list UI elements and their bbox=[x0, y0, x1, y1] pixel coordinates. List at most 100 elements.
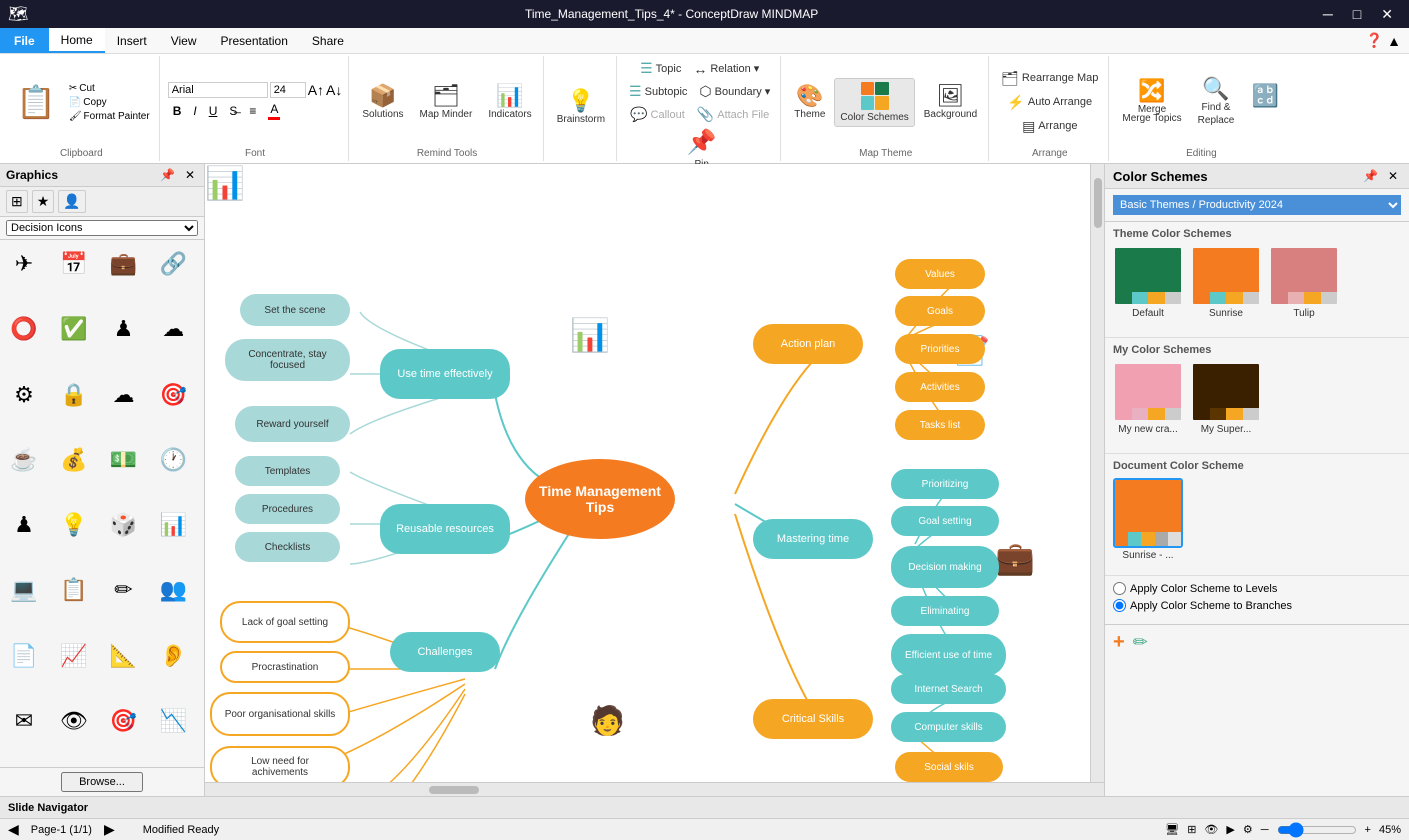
cut-button[interactable]: ✂ Cut bbox=[66, 82, 153, 95]
boundary-button[interactable]: ⬡ Boundary ▾ bbox=[695, 81, 774, 102]
graphics-item[interactable]: 💵 bbox=[104, 440, 144, 480]
paste-button[interactable]: 📋 bbox=[10, 81, 62, 123]
canvas-area[interactable]: 📊 📊 📝 📅 🧑 💼 ✨ Time Management Tips Use t… bbox=[205, 164, 1104, 796]
map-minder-button[interactable]: 🗂 Map Minder bbox=[415, 82, 478, 123]
node-tasks-list[interactable]: Tasks list bbox=[895, 410, 985, 440]
node-challenges[interactable]: Challenges bbox=[390, 632, 500, 672]
merge-topics-button[interactable]: 🔀 Merge Merge Topics bbox=[1117, 77, 1186, 127]
view-menu[interactable]: View bbox=[159, 28, 209, 53]
strikethrough-button[interactable]: S̶ bbox=[224, 102, 242, 120]
auto-arrange-button[interactable]: ⚡ Auto Arrange bbox=[1003, 92, 1096, 113]
default-swatch[interactable]: Default bbox=[1113, 246, 1183, 319]
abc-button[interactable]: 🔡 bbox=[1245, 82, 1285, 123]
zoom-in-button[interactable]: + bbox=[1365, 824, 1371, 836]
prev-page-button[interactable]: ◀ bbox=[8, 821, 19, 838]
zoom-slider[interactable] bbox=[1277, 822, 1357, 838]
maximize-button[interactable]: □ bbox=[1345, 4, 1369, 25]
central-node[interactable]: Time Management Tips bbox=[525, 459, 675, 539]
zoom-out-button[interactable]: ─ bbox=[1261, 824, 1269, 836]
graphics-category-select[interactable]: Decision Icons bbox=[6, 220, 198, 236]
graphics-item[interactable]: ♟ bbox=[104, 309, 144, 349]
relation-button[interactable]: ↔ Relation ▾ bbox=[689, 59, 763, 79]
graphics-item[interactable]: ✅ bbox=[54, 309, 94, 349]
color-schemes-pin-button[interactable]: 📌 bbox=[1360, 168, 1381, 184]
arrange-button[interactable]: ▤ Arrange bbox=[1018, 116, 1081, 137]
browse-button[interactable]: Browse... bbox=[61, 772, 143, 792]
color-schemes-close-button[interactable]: ✕ bbox=[1385, 168, 1401, 184]
next-page-button[interactable]: ▶ bbox=[104, 821, 115, 838]
apply-levels-radio[interactable] bbox=[1113, 582, 1126, 595]
node-eliminating[interactable]: Eliminating bbox=[891, 596, 999, 626]
font-family-input[interactable] bbox=[168, 82, 268, 98]
node-goal-setting[interactable]: Goal setting bbox=[891, 506, 999, 536]
brainstorm-button[interactable]: 💡 Brainstorm bbox=[552, 87, 610, 128]
graphics-grid-view[interactable]: ⊞ bbox=[6, 190, 28, 213]
graphics-item[interactable]: 🔒 bbox=[54, 375, 94, 415]
graphics-item[interactable]: ✉ bbox=[4, 701, 44, 741]
node-reward[interactable]: Reward yourself bbox=[235, 406, 350, 442]
graphics-item[interactable]: 💼 bbox=[104, 244, 144, 284]
underline-button[interactable]: U bbox=[204, 102, 223, 120]
scroll-thumb-h[interactable] bbox=[429, 786, 479, 794]
scroll-thumb-v[interactable] bbox=[1094, 178, 1102, 228]
copy-button[interactable]: 📄 Copy bbox=[66, 96, 153, 109]
canvas-scroll[interactable]: 📊 📊 📝 📅 🧑 💼 ✨ Time Management Tips Use t… bbox=[205, 164, 1104, 796]
add-scheme-button[interactable]: + bbox=[1113, 631, 1125, 654]
text-options-button[interactable]: ≡ bbox=[244, 102, 261, 120]
graphics-item[interactable]: 📊 bbox=[153, 505, 193, 545]
node-social-skills[interactable]: Social skils bbox=[895, 752, 1003, 782]
node-activities[interactable]: Activities bbox=[895, 372, 985, 402]
attach-file-button[interactable]: 📎 Attach File bbox=[693, 104, 773, 125]
help-icon[interactable]: ❓ bbox=[1366, 32, 1383, 49]
edit-scheme-button[interactable]: ✏ bbox=[1133, 631, 1148, 654]
node-decision-making[interactable]: Decision making bbox=[891, 546, 999, 588]
graphics-pin-button[interactable]: 📌 bbox=[157, 167, 178, 183]
node-templates[interactable]: Templates bbox=[235, 456, 340, 486]
graphics-item[interactable]: 📄 bbox=[4, 636, 44, 676]
sunrise-swatch[interactable]: Sunrise bbox=[1191, 246, 1261, 319]
shrink-font-button[interactable]: A↓ bbox=[326, 82, 342, 98]
apply-to-levels-option[interactable]: Apply Color Scheme to Levels bbox=[1113, 582, 1401, 595]
graphics-person-view[interactable]: 👤 bbox=[58, 190, 85, 213]
graphics-item[interactable]: ☁ bbox=[104, 375, 144, 415]
node-values[interactable]: Values bbox=[895, 259, 985, 289]
node-prioritizing[interactable]: Prioritizing bbox=[891, 469, 999, 499]
minimize-button[interactable]: ─ bbox=[1315, 4, 1341, 25]
find-replace-button[interactable]: 🔍 Find & Replace bbox=[1193, 75, 1240, 129]
close-button[interactable]: ✕ bbox=[1373, 4, 1401, 25]
graphics-item[interactable]: ⚙ bbox=[4, 375, 44, 415]
graphics-item[interactable]: 📋 bbox=[54, 570, 94, 610]
presentation-menu[interactable]: Presentation bbox=[209, 28, 300, 53]
graphics-star-view[interactable]: ★ bbox=[32, 190, 55, 213]
graphics-item[interactable]: 👂 bbox=[153, 636, 193, 676]
my-super-swatch[interactable]: My Super... bbox=[1191, 362, 1261, 435]
graphics-item[interactable]: ☁ bbox=[153, 309, 193, 349]
topic-button[interactable]: ☰ Topic bbox=[636, 58, 685, 79]
color-schemes-button[interactable]: Color Schemes bbox=[834, 78, 914, 127]
node-concentrate[interactable]: Concentrate, stay focused bbox=[225, 339, 350, 381]
graphics-item[interactable]: 📐 bbox=[104, 636, 144, 676]
tulip-swatch[interactable]: Tulip bbox=[1269, 246, 1339, 319]
settings-icon[interactable]: ⚙ bbox=[1243, 823, 1253, 836]
graphics-item[interactable]: 💰 bbox=[54, 440, 94, 480]
insert-menu[interactable]: Insert bbox=[105, 28, 159, 53]
share-menu[interactable]: Share bbox=[300, 28, 356, 53]
graphics-item[interactable]: ⭕ bbox=[4, 309, 44, 349]
graphics-item[interactable]: 🎯 bbox=[153, 375, 193, 415]
horizontal-scrollbar[interactable] bbox=[205, 782, 1104, 796]
node-use-time[interactable]: Use time effectively bbox=[380, 349, 510, 399]
font-color-button[interactable]: A bbox=[263, 100, 285, 122]
graphics-item[interactable]: 📈 bbox=[54, 636, 94, 676]
graphics-item[interactable]: ♟ bbox=[4, 505, 44, 545]
grow-font-button[interactable]: A↑ bbox=[308, 82, 324, 98]
node-mastering-time[interactable]: Mastering time bbox=[753, 519, 873, 559]
theme-button[interactable]: 🎨 Theme bbox=[789, 82, 830, 123]
node-efficient-use[interactable]: Efficient use of time bbox=[891, 634, 1006, 676]
doc-sunrise-swatch[interactable]: Sunrise - ... bbox=[1113, 478, 1183, 561]
graphics-item[interactable]: 👁 bbox=[54, 701, 94, 741]
node-priorities[interactable]: Priorities bbox=[895, 334, 985, 364]
node-goals[interactable]: Goals bbox=[895, 296, 985, 326]
graphics-item[interactable]: 💻 bbox=[4, 570, 44, 610]
graphics-item[interactable]: 📅 bbox=[54, 244, 94, 284]
callout-button[interactable]: 💬 Callout bbox=[626, 104, 689, 125]
